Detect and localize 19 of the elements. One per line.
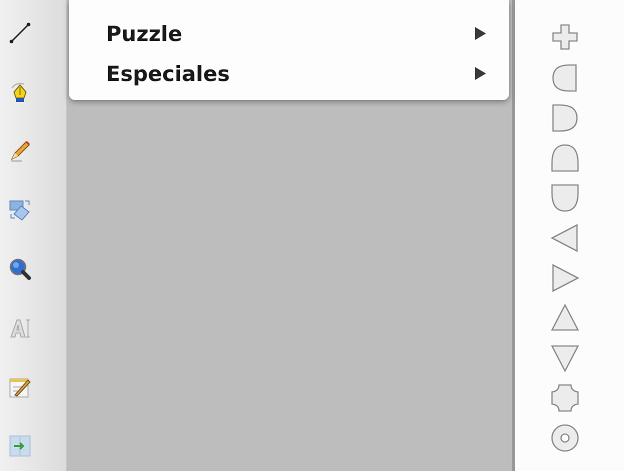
transform-icon[interactable] bbox=[8, 198, 32, 222]
half-disc-right-icon[interactable] bbox=[550, 103, 580, 133]
triangle-up-icon[interactable] bbox=[550, 303, 580, 333]
triangle-right-icon[interactable] bbox=[550, 263, 580, 293]
submenu-arrow-icon[interactable] bbox=[475, 67, 486, 80]
line-tool-icon[interactable] bbox=[8, 21, 32, 45]
half-disc-down-icon[interactable] bbox=[550, 183, 580, 213]
triangle-left-icon[interactable] bbox=[550, 223, 580, 253]
zoom-icon[interactable] bbox=[8, 257, 32, 281]
menu-item[interactable]: Puzzle bbox=[69, 17, 509, 50]
half-disc-up-icon[interactable] bbox=[550, 143, 580, 173]
insert-icon[interactable] bbox=[8, 434, 32, 458]
pencil-icon[interactable] bbox=[8, 139, 32, 163]
half-disc-left-icon[interactable] bbox=[550, 63, 580, 93]
submenu-arrow-icon[interactable] bbox=[475, 27, 486, 40]
menu-item[interactable]: Especiales bbox=[69, 57, 509, 90]
octagon-icon[interactable] bbox=[550, 383, 580, 413]
triangle-down-icon[interactable] bbox=[550, 343, 580, 373]
ring-icon[interactable] bbox=[550, 423, 580, 453]
